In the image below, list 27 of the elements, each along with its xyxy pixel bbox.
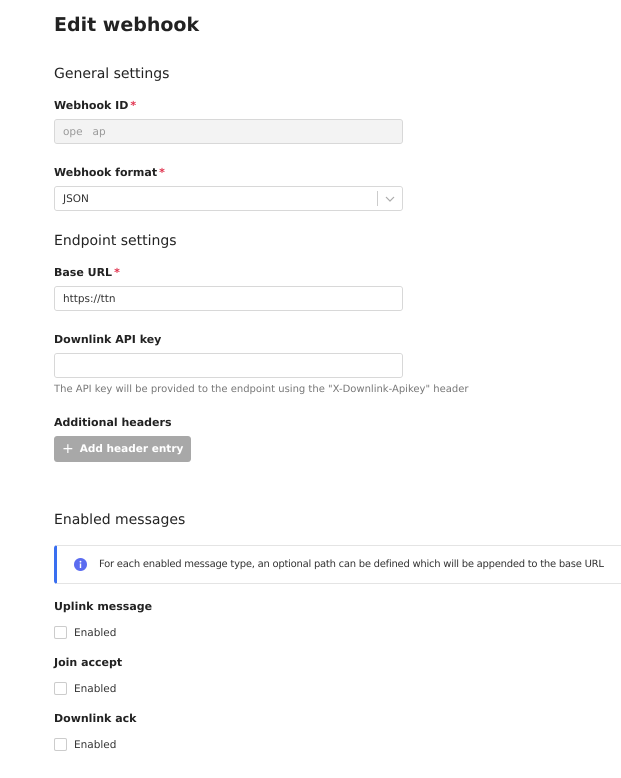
field-label: Downlink API key: [54, 333, 162, 346]
format-select[interactable]: JSON: [54, 186, 403, 211]
field-label: Additional headers: [54, 416, 172, 429]
required-asterisk: *: [159, 166, 165, 179]
checkbox-label: Enabled: [74, 738, 116, 750]
field-description: The API key will be provided to the endpoint using the "X-Downlink-Apikey" header: [54, 384, 470, 395]
section-heading: Endpoint settings: [54, 233, 178, 249]
required-asterisk: *: [130, 99, 136, 112]
field-label: Webhook format: [54, 166, 158, 179]
page-title: Edit webhook: [54, 14, 200, 36]
field-label: Join accept: [54, 656, 122, 669]
checkbox[interactable]: [54, 738, 67, 751]
checkbox-label: Enabled: [74, 682, 116, 694]
info-icon: [74, 558, 87, 571]
section-heading: Enabled messages: [54, 512, 186, 528]
checkbox[interactable]: [54, 626, 67, 639]
section-heading: General settings: [54, 66, 170, 82]
input-field[interactable]: [54, 353, 403, 378]
field-label: Downlink ack: [54, 712, 136, 725]
checkbox[interactable]: [54, 682, 67, 695]
field-label: Base URL: [54, 266, 112, 279]
field-label: Webhook ID: [54, 99, 128, 112]
input-field[interactable]: https://ttn: [54, 286, 403, 311]
field-label: Uplink message: [54, 600, 152, 613]
notice-text: For each enabled message type, an optional path can be defined which will be appended to the base URL: [99, 559, 604, 570]
required-asterisk: *: [114, 266, 120, 279]
checkbox-label: Enabled: [74, 626, 116, 638]
